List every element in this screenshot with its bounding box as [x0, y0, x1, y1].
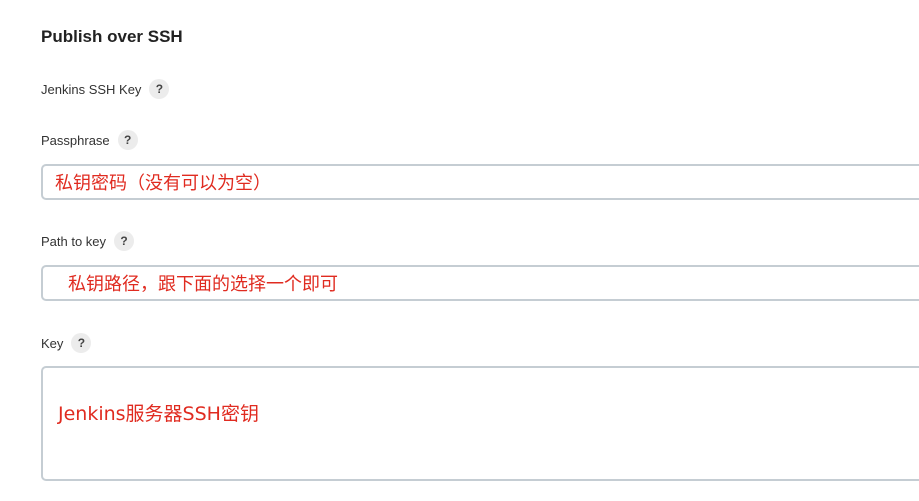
key-textarea[interactable]: Jenkins服务器SSH密钥 — [41, 366, 919, 481]
path-to-key-label-row: Path to key ? — [41, 231, 135, 251]
key-label: Key — [41, 335, 64, 351]
passphrase-input-value: 私钥密码（没有可以为空） — [55, 173, 271, 194]
passphrase-input[interactable]: 私钥密码（没有可以为空） — [41, 164, 919, 200]
key-help-icon[interactable]: ? — [71, 333, 92, 353]
passphrase-label: Passphrase — [41, 132, 110, 148]
passphrase-help-icon[interactable]: ? — [117, 130, 138, 150]
path-to-key-input-value: 私钥路径，跟下面的选择一个即可 — [68, 274, 338, 295]
path-to-key-label: Path to key — [41, 233, 107, 249]
path-to-key-input[interactable]: 私钥路径，跟下面的选择一个即可 — [41, 265, 919, 301]
publish-over-ssh-panel: Publish over SSH Jenkins SSH Key ? Passp… — [0, 0, 919, 501]
key-textarea-value: Jenkins服务器SSH密钥 — [58, 403, 259, 425]
path-to-key-help-icon[interactable]: ? — [114, 231, 135, 251]
jenkins-ssh-key-label: Jenkins SSH Key — [41, 81, 142, 97]
jenkins-ssh-key-label-row: Jenkins SSH Key ? — [41, 79, 170, 99]
key-label-row: Key ? — [41, 333, 92, 353]
jenkins-ssh-key-help-icon[interactable]: ? — [149, 79, 170, 99]
passphrase-label-row: Passphrase ? — [41, 130, 138, 150]
section-title: Publish over SSH — [41, 27, 183, 46]
